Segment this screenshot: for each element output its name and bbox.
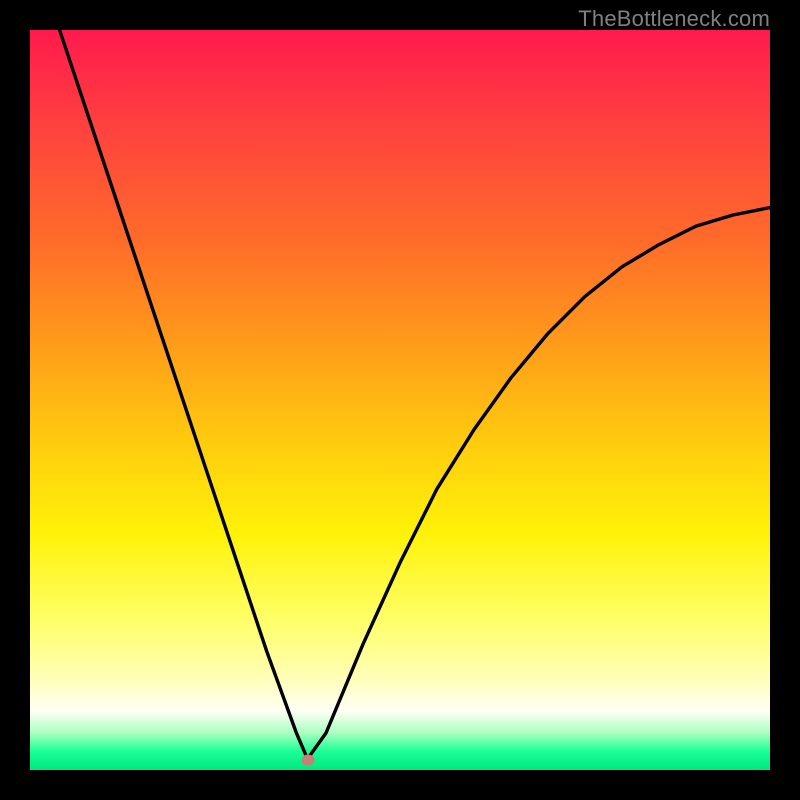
attribution-text: TheBottleneck.com [578, 6, 770, 32]
curve-layer [30, 30, 770, 770]
bottleneck-curve [60, 30, 770, 759]
plot-area [30, 30, 770, 770]
optimum-marker [301, 755, 314, 766]
chart-container: TheBottleneck.com [0, 0, 800, 800]
